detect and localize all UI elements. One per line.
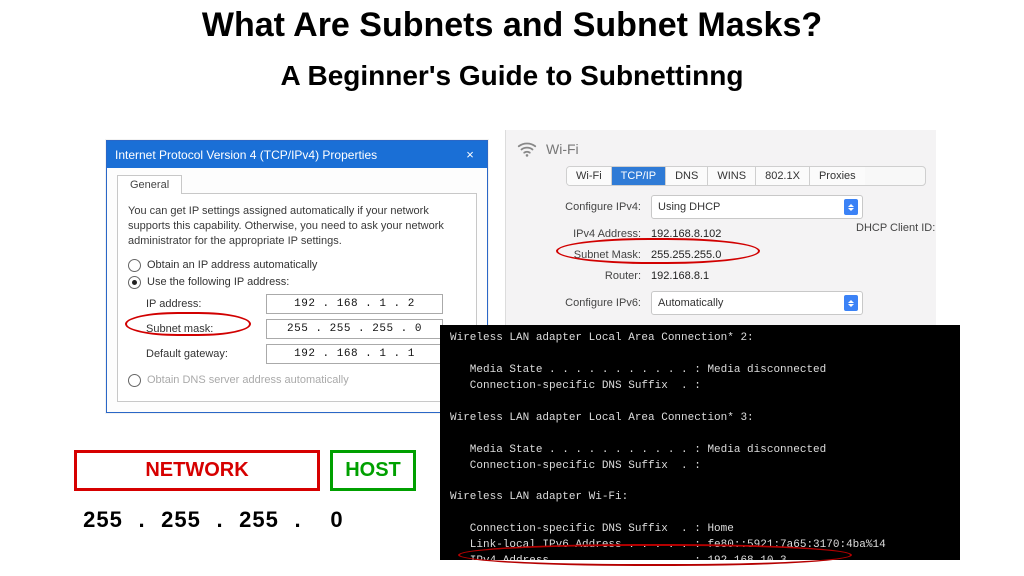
configure-ipv4-select[interactable]: Using DHCP — [651, 195, 863, 219]
mac-subnet-mask-value: 255.255.255.0 — [651, 249, 721, 261]
windows-title-text: Internet Protocol Version 4 (TCP/IPv4) P… — [115, 148, 377, 162]
mac-tabs: Wi-Fi TCP/IP DNS WINS 802.1X Proxies — [566, 166, 926, 186]
mac-router-label: Router: — [516, 270, 651, 282]
radio-use-following[interactable] — [128, 276, 141, 289]
page-subtitle: A Beginner's Guide to Subnettinng — [0, 60, 1024, 92]
windows-description: You can get IP settings assigned automat… — [128, 204, 466, 249]
radio-obtain-auto[interactable] — [128, 259, 141, 272]
mac-subnet-mask-label: Subnet Mask: — [516, 249, 651, 261]
terminal-ipconfig: Wireless LAN adapter Local Area Connecti… — [440, 325, 960, 560]
configure-ipv6-label: Configure IPv6: — [516, 297, 651, 309]
radio-obtain-auto-label: Obtain an IP address automatically — [147, 259, 317, 271]
subnet-mask-input[interactable]: 255 . 255 . 255 . 0 — [266, 319, 443, 339]
gateway-label: Default gateway: — [146, 348, 266, 360]
mask-octets: 255.255.255.0 — [74, 507, 424, 533]
configure-ipv6-value: Automatically — [658, 297, 723, 309]
host-portion-box: HOST — [330, 450, 416, 491]
radio-use-following-label: Use the following IP address: — [147, 276, 289, 288]
mac-router-value: 192.168.8.1 — [651, 270, 709, 282]
mac-tcpip-panel: Wi-Fi Wi-Fi TCP/IP DNS WINS 802.1X Proxi… — [505, 130, 936, 355]
tab-wifi[interactable]: Wi-Fi — [567, 167, 612, 185]
dhcp-client-id-label: DHCP Client ID: — [856, 222, 935, 234]
ipv4-address-label: IPv4 Address: — [516, 228, 651, 240]
tab-wins[interactable]: WINS — [708, 167, 756, 185]
windows-titlebar[interactable]: Internet Protocol Version 4 (TCP/IPv4) P… — [107, 141, 487, 168]
radio-dns-auto — [128, 374, 141, 387]
network-portion-box: NETWORK — [74, 450, 320, 491]
tab-proxies[interactable]: Proxies — [810, 167, 865, 185]
chevron-updown-icon — [844, 295, 858, 311]
ip-address-input[interactable]: 192 . 168 . 1 . 2 — [266, 294, 443, 314]
configure-ipv6-select[interactable]: Automatically — [651, 291, 863, 315]
windows-ipv4-dialog: Internet Protocol Version 4 (TCP/IPv4) P… — [106, 140, 488, 413]
mac-head-label: Wi-Fi — [546, 141, 579, 157]
ipv4-address-value: 192.168.8.102 — [651, 228, 721, 240]
gateway-input[interactable]: 192 . 168 . 1 . 1 — [266, 344, 443, 364]
tab-8021x[interactable]: 802.1X — [756, 167, 810, 185]
configure-ipv4-value: Using DHCP — [658, 201, 720, 213]
subnet-mask-label: Subnet mask: — [146, 323, 266, 335]
subnet-diagram: NETWORK HOST 255.255.255.0 — [74, 450, 424, 533]
tab-dns[interactable]: DNS — [666, 167, 708, 185]
ip-address-label: IP address: — [146, 298, 266, 310]
tab-tcpip[interactable]: TCP/IP — [612, 167, 666, 185]
chevron-updown-icon — [844, 199, 858, 215]
radio-dns-auto-label: Obtain DNS server address automatically — [147, 374, 349, 386]
configure-ipv4-label: Configure IPv4: — [516, 201, 651, 213]
wifi-icon — [516, 138, 538, 160]
close-icon[interactable]: × — [461, 147, 479, 162]
tab-general[interactable]: General — [117, 175, 182, 194]
page-title: What Are Subnets and Subnet Masks? — [0, 6, 1024, 45]
